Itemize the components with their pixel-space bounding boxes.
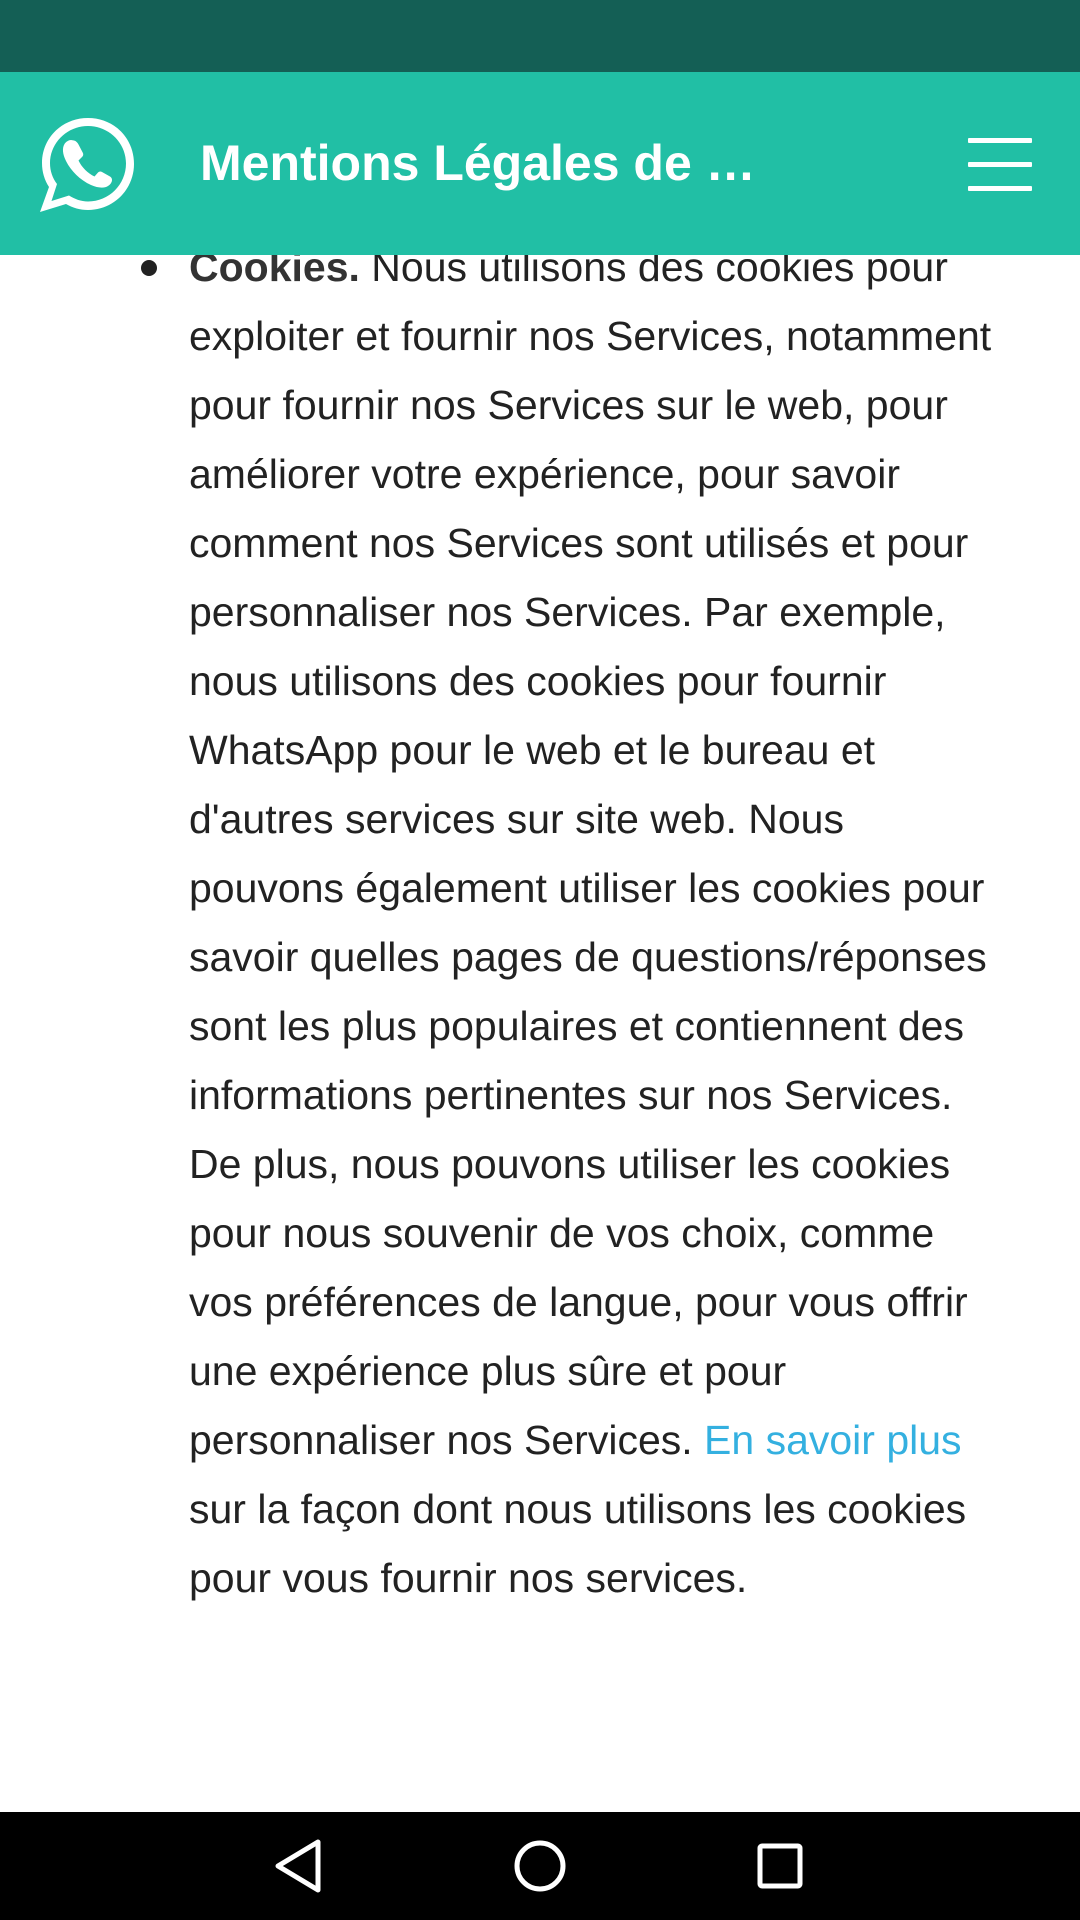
back-triangle-icon[interactable] [270,1836,330,1896]
app-header: Mentions Légales de … [0,72,1080,255]
cookies-text: Nous utilisons des cookies pour exploite… [189,255,992,1463]
page-title: Mentions Légales de … [200,135,756,191]
whatsapp-logo-icon[interactable] [36,112,140,216]
legal-content: Cookies. Nous utilisons des cookies pour… [0,255,1080,1812]
learn-more-link[interactable]: En savoir plus [704,1417,962,1463]
cookies-heading: Cookies. [189,255,360,290]
list-item-cookies: Cookies. Nous utilisons des cookies pour… [0,255,1009,1613]
hamburger-menu-icon[interactable] [968,138,1032,192]
bullet-icon [141,260,157,276]
bullet-list: Cookies. Nous utilisons des cookies pour… [0,255,1080,1613]
recents-square-icon[interactable] [750,1836,810,1896]
home-circle-icon[interactable] [510,1836,570,1896]
menu-line [968,138,1032,143]
menu-line [968,186,1032,191]
system-nav-bar [0,1812,1080,1920]
menu-line [968,162,1032,167]
status-bar [0,0,1080,72]
cookies-text-end: sur la façon dont nous utilisons les coo… [189,1486,967,1601]
